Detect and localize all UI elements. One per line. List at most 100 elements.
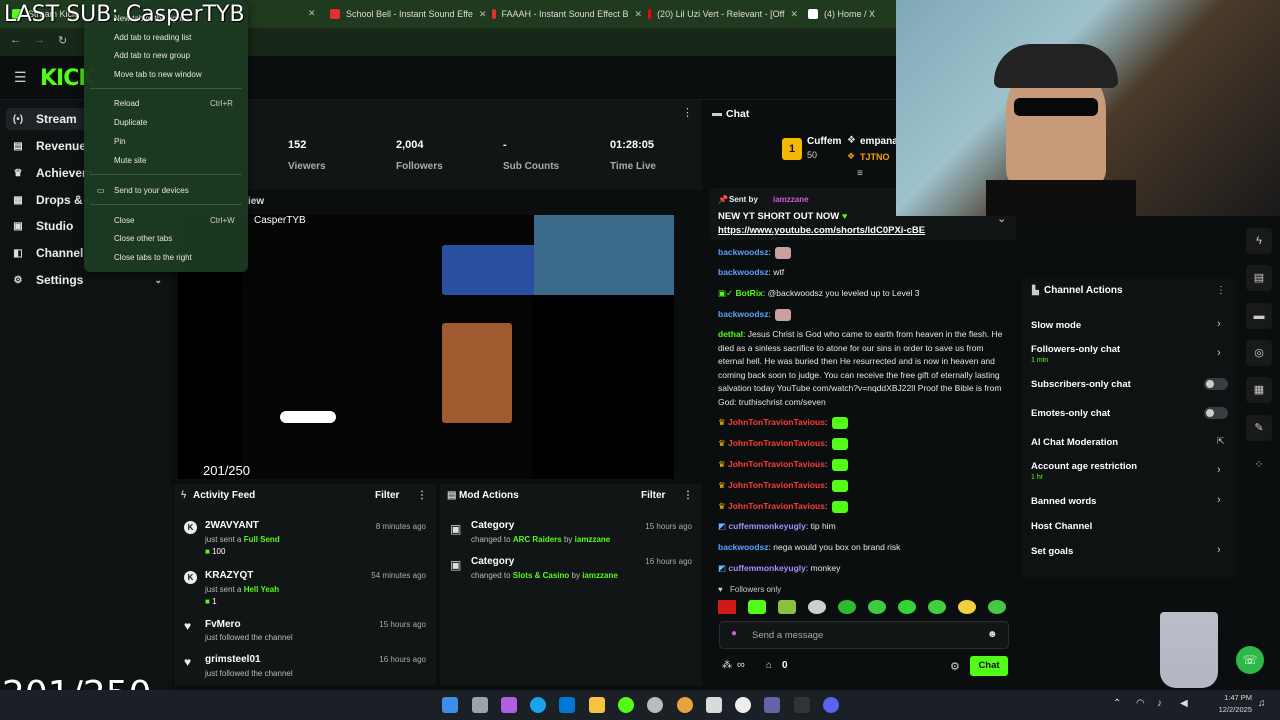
more-options-icon[interactable]: ⋮ bbox=[683, 490, 693, 501]
close-icon[interactable]: ✕ bbox=[479, 9, 487, 20]
emoji-icon[interactable]: ☻ bbox=[987, 629, 998, 640]
mod-filter-button[interactable]: Filter bbox=[641, 490, 665, 501]
teams-icon[interactable] bbox=[764, 697, 780, 713]
support-icon[interactable]: ☏ bbox=[1236, 646, 1264, 674]
emote-icon[interactable] bbox=[778, 600, 796, 614]
context-menu-item[interactable]: Duplicate bbox=[114, 118, 147, 127]
forward-icon[interactable]: → bbox=[34, 34, 45, 46]
account-age-item[interactable]: Account age restriction 1 hr bbox=[1031, 461, 1137, 481]
context-menu-item[interactable]: Close Ctrl+W bbox=[114, 216, 235, 225]
chat-username[interactable]: JohnTonTravionTavious bbox=[728, 501, 825, 511]
tab-faaah[interactable]: FAAAH - Instant Sound Effect B ✕ bbox=[492, 4, 642, 24]
mod-action-user[interactable]: iamzzane bbox=[582, 571, 618, 580]
wrench-icon[interactable]: ✎ bbox=[1246, 415, 1272, 441]
emote-icon[interactable] bbox=[868, 600, 886, 614]
chat-icon[interactable]: ▬ bbox=[1246, 303, 1272, 329]
chat-username[interactable]: cuffemmonkeyugly bbox=[728, 521, 805, 531]
chevron-right-icon[interactable]: › bbox=[1217, 464, 1221, 476]
chat-username[interactable]: JohnTonTravionTavious bbox=[728, 417, 825, 427]
context-menu-item[interactable]: Close tabs to the right bbox=[114, 253, 192, 262]
chat-username[interactable]: JohnTonTravionTavious bbox=[728, 438, 825, 448]
lightning-icon[interactable]: ϟ bbox=[1246, 228, 1272, 254]
mic-icon[interactable]: ♪ bbox=[1157, 698, 1162, 709]
start-icon[interactable] bbox=[442, 697, 458, 713]
store-icon[interactable] bbox=[706, 697, 722, 713]
emote-icon[interactable] bbox=[838, 600, 856, 614]
close-icon[interactable]: ✕ bbox=[790, 9, 798, 20]
chat-username[interactable]: backwoodsz bbox=[718, 542, 769, 552]
context-menu-item[interactable]: Add tab to reading list bbox=[114, 33, 191, 42]
context-menu-item[interactable]: Close other tabs bbox=[114, 234, 172, 243]
chat-username[interactable]: BotRix bbox=[736, 288, 763, 298]
external-link-icon[interactable]: ⇱ bbox=[1217, 436, 1225, 447]
store-icon[interactable]: ⌂ bbox=[766, 660, 772, 671]
context-menu-item[interactable]: Add tab to new group bbox=[114, 51, 190, 60]
top-gifter2-name[interactable]: empana bbox=[860, 136, 898, 147]
emote-icon[interactable] bbox=[808, 600, 826, 614]
expand-icon[interactable]: ≡ bbox=[857, 168, 863, 179]
tab-school-bell[interactable]: School Bell - Instant Sound Effe ✕ bbox=[330, 4, 490, 24]
close-icon[interactable]: ✕ bbox=[634, 9, 642, 20]
chat-username[interactable]: JohnTonTravionTavious bbox=[728, 480, 825, 490]
emote-icon[interactable] bbox=[718, 600, 736, 614]
top-gifter-name[interactable]: Cuffem bbox=[807, 136, 841, 147]
ai-moderation-item[interactable]: AI Chat Moderation bbox=[1031, 437, 1118, 448]
context-menu-item[interactable]: Mute site bbox=[114, 156, 146, 165]
chat-username[interactable]: cuffemmonkeyugly bbox=[728, 563, 805, 573]
emotes-only-toggle[interactable] bbox=[1204, 407, 1228, 419]
obs-icon[interactable] bbox=[647, 697, 663, 713]
document-icon[interactable]: ▤ bbox=[1246, 265, 1272, 291]
layout-icon[interactable]: ▦ bbox=[1246, 377, 1272, 403]
chat-username[interactable]: JohnTonTravionTavious bbox=[728, 459, 825, 469]
chat-username[interactable]: backwoodsz bbox=[718, 267, 769, 277]
subscribers-only-toggle[interactable] bbox=[1204, 378, 1228, 390]
reload-icon[interactable]: ↻ bbox=[58, 34, 67, 47]
wifi-icon[interactable]: ◠ bbox=[1136, 698, 1145, 709]
set-goals-item[interactable]: Set goals bbox=[1031, 546, 1073, 557]
app-icon[interactable] bbox=[794, 697, 810, 713]
points-icon[interactable]: ⁂ bbox=[722, 660, 732, 671]
emote-icon[interactable] bbox=[898, 600, 916, 614]
send-chat-button[interactable]: Chat bbox=[970, 656, 1008, 676]
chevron-right-icon[interactable]: › bbox=[1217, 544, 1221, 556]
pinned-user[interactable]: iamzzane bbox=[773, 195, 809, 204]
context-menu-item[interactable]: Send to your devices bbox=[114, 186, 189, 195]
emotes-only-item[interactable]: Emotes-only chat bbox=[1031, 408, 1110, 419]
emote-icon[interactable] bbox=[928, 600, 946, 614]
more-options-icon[interactable]: ⋮ bbox=[417, 490, 427, 501]
emote-icon[interactable] bbox=[958, 600, 976, 614]
tray-chevron-icon[interactable]: ⌃ bbox=[1113, 698, 1121, 709]
edge-icon[interactable] bbox=[530, 697, 546, 713]
tab-youtube[interactable]: (20) Lil Uzi Vert - Relevant - [Off ✕ bbox=[648, 4, 798, 24]
mod-action-user[interactable]: iamzzane bbox=[575, 535, 611, 544]
chevron-right-icon[interactable]: › bbox=[1217, 494, 1221, 506]
folder-icon[interactable] bbox=[589, 697, 605, 713]
alien-icon[interactable] bbox=[735, 697, 751, 713]
more-options-icon[interactable]: ⋮ bbox=[1216, 285, 1226, 296]
pinned-link[interactable]: https://www.youtube.com/shorts/ldC0PXi-c… bbox=[718, 225, 925, 236]
context-menu-item[interactable]: Move tab to new window bbox=[114, 70, 202, 79]
back-icon[interactable]: ← bbox=[10, 34, 21, 46]
chat-username[interactable]: backwoodsz bbox=[718, 247, 769, 257]
close-icon[interactable]: ✕ bbox=[308, 8, 316, 19]
gear-icon[interactable]: ⚙ bbox=[950, 660, 960, 673]
emote-icon[interactable] bbox=[988, 600, 1006, 614]
more-options-icon[interactable]: ⋮ bbox=[682, 106, 693, 119]
context-menu-item[interactable]: Pin bbox=[114, 137, 126, 146]
chevron-right-icon[interactable]: › bbox=[1217, 318, 1221, 330]
host-channel-item[interactable]: Host Channel bbox=[1031, 521, 1092, 532]
taskbar-time[interactable]: 1:47 PM bbox=[1220, 693, 1252, 702]
taskbar-date[interactable]: 12/2/2025 bbox=[1212, 705, 1252, 714]
notification-icon[interactable]: ♫ bbox=[1258, 698, 1266, 709]
subscribers-only-item[interactable]: Subscribers-only chat bbox=[1031, 379, 1131, 390]
broadcast-icon[interactable]: ◎ bbox=[1246, 340, 1272, 366]
chat-username[interactable]: backwoodsz bbox=[718, 309, 769, 319]
microphone-icon[interactable]: ● bbox=[731, 628, 737, 639]
banned-words-item[interactable]: Banned words bbox=[1031, 496, 1096, 507]
slow-mode-item[interactable]: Slow mode bbox=[1031, 320, 1081, 331]
emote-icon[interactable] bbox=[748, 600, 766, 614]
chevron-right-icon[interactable]: › bbox=[1217, 347, 1221, 359]
chat-username[interactable]: dethal bbox=[718, 329, 743, 339]
activity-filter-button[interactable]: Filter bbox=[375, 490, 399, 501]
followers-only-item[interactable]: Followers-only chat 1 min bbox=[1031, 344, 1120, 364]
